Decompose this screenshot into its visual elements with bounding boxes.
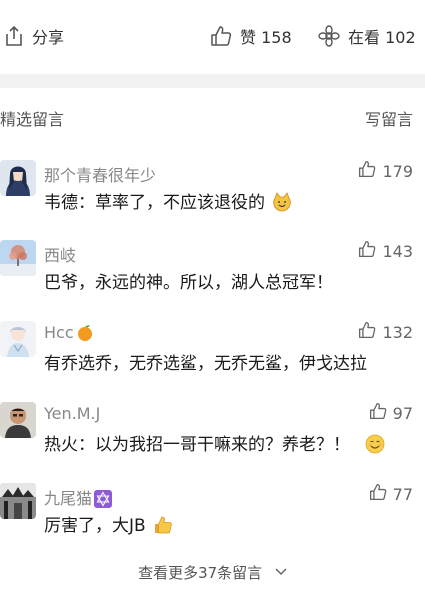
thumbs-up-icon: [369, 402, 387, 424]
write-comment-button[interactable]: 写留言: [365, 106, 413, 130]
avatar[interactable]: [0, 321, 36, 357]
comment-text-line: 厉害了，大JB: [44, 511, 173, 540]
orange-emoji-icon: [76, 324, 94, 346]
section-separator: [0, 74, 425, 88]
cat-emoji-icon: [272, 192, 292, 217]
share-label: 分享: [32, 28, 65, 47]
comment-like-count: 179: [382, 161, 413, 181]
comment-like-count: 77: [392, 484, 413, 504]
comment-like-button[interactable]: 179: [358, 160, 413, 182]
comment-like-count: 132: [382, 322, 413, 342]
avatar[interactable]: [0, 160, 36, 196]
comment-nickname: Yen.M.J: [44, 404, 101, 423]
thumbs-up-icon: [358, 321, 376, 343]
comment-text: 有乔选乔，无乔选鲨，无乔无鲨，伊戈达拉: [44, 354, 367, 374]
like-label: 赞 158: [240, 28, 292, 47]
comments-header: 精选留言 写留言: [0, 88, 425, 140]
view-more-label: 查看更多37条留言: [138, 564, 263, 582]
watch-label: 在看 102: [348, 28, 416, 47]
thumbs-up-emoji-icon: [153, 515, 173, 540]
smiling-face-emoji-icon: [365, 434, 385, 459]
article-action-bar: 分享 赞 158 在看 102: [0, 0, 425, 74]
avatar[interactable]: [0, 402, 36, 438]
comment-nickname: 九尾猫: [44, 485, 113, 512]
comment-text: 热火：以为我招一哥干嘛来的？养老？！: [44, 435, 350, 455]
comment-nickname: 那个青春很年少: [44, 166, 157, 185]
comment-nickname: 西岐: [44, 246, 77, 265]
chevron-down-icon: [275, 562, 287, 580]
thumbs-up-icon: [210, 25, 232, 47]
comment-like-button[interactable]: 132: [358, 321, 413, 343]
comment-like-button[interactable]: 97: [369, 402, 413, 424]
comment-text-line: 巴爷，永远的神。所以，湖人总冠军！: [44, 268, 333, 293]
share-icon: [4, 25, 24, 47]
share-button[interactable]: 分享: [4, 24, 64, 48]
comment-text-line: 有乔选乔，无乔选鲨，无乔无鲨，伊戈达拉: [44, 349, 367, 374]
six-pointed-star-icon: [94, 490, 113, 512]
avatar[interactable]: [0, 483, 36, 519]
comment-nickname: Hcc: [44, 323, 94, 346]
comment-like-button[interactable]: 77: [369, 483, 413, 505]
like-button[interactable]: 赞 158: [210, 24, 292, 48]
comment-text: 巴爷，永远的神。所以，湖人总冠军！: [44, 273, 333, 293]
thumbs-up-icon: [358, 160, 376, 182]
comment-like-count: 97: [392, 403, 413, 423]
comment-text-line: 韦德：草率了，不应该退役的: [44, 188, 292, 217]
thumbs-up-icon: [369, 483, 387, 505]
watch-button[interactable]: 在看 102: [318, 24, 416, 48]
flower-icon: [318, 25, 340, 47]
comment-text: 韦德：草率了，不应该退役的: [44, 193, 265, 213]
comment-like-button[interactable]: 143: [358, 240, 413, 262]
comment-text-line: 热火：以为我招一哥干嘛来的？养老？！: [44, 430, 385, 459]
view-more-comments-button[interactable]: 查看更多37条留言: [0, 562, 425, 583]
comment-like-count: 143: [382, 241, 413, 261]
avatar[interactable]: [0, 240, 36, 276]
comment-text: 厉害了，大JB: [44, 516, 146, 536]
thumbs-up-icon: [358, 240, 376, 262]
featured-comments-title: 精选留言: [0, 110, 65, 129]
